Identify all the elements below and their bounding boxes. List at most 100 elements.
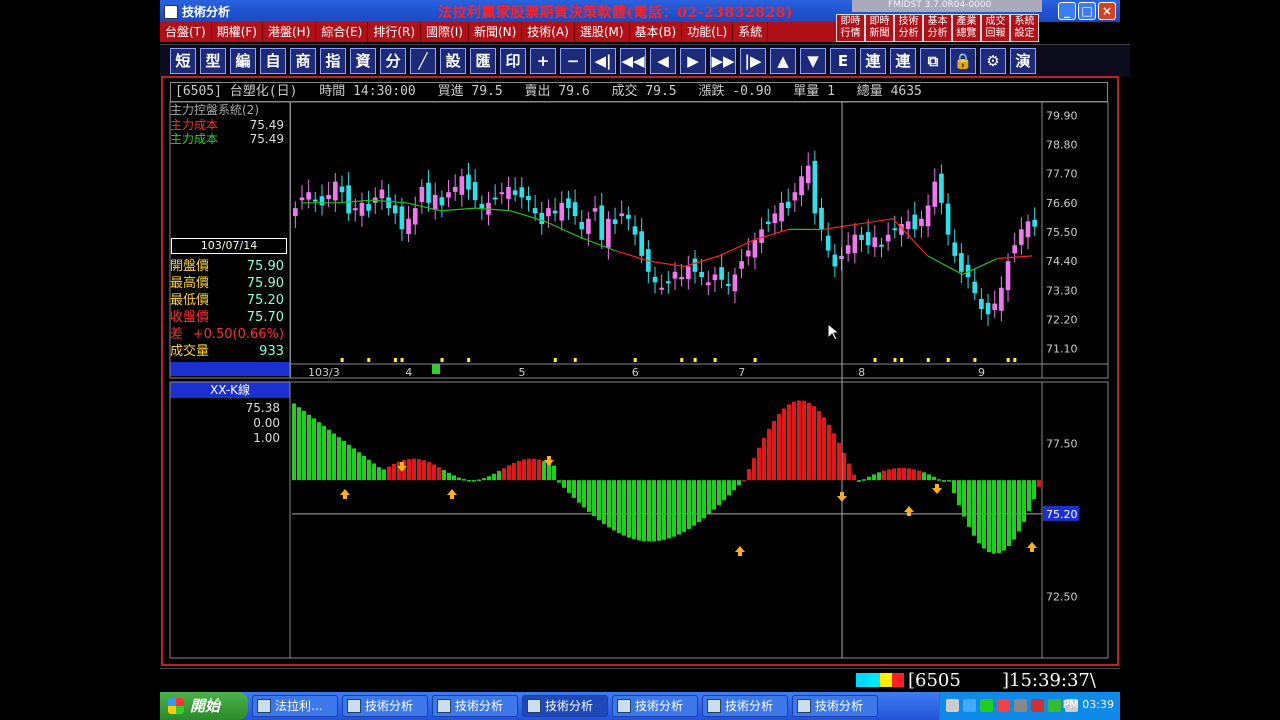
y-tick-label: 75.50 — [1046, 226, 1078, 239]
menu-item[interactable]: 基本(B) — [630, 22, 683, 42]
task-label: 技術分析 — [635, 699, 684, 713]
xxk-bar — [1007, 480, 1011, 547]
export-icon[interactable]: 匯 — [470, 48, 496, 74]
menu-item[interactable]: 國際(I) — [421, 22, 469, 42]
quick-button[interactable]: 即時 新聞 — [865, 14, 894, 42]
quick-button[interactable]: 系統 設定 — [1010, 14, 1039, 42]
custom-icon[interactable]: 自 — [260, 48, 286, 74]
taskbar-task[interactable]: 技術分析 — [522, 695, 608, 717]
menu-item[interactable]: 港盤(H) — [263, 22, 317, 42]
antivirus-icon[interactable] — [997, 699, 1010, 712]
menu-item[interactable]: 排行(R) — [368, 22, 422, 42]
taskbar-task[interactable]: 技術分析 — [432, 695, 518, 717]
last-icon[interactable]: |▶ — [740, 48, 766, 74]
tool-icon[interactable]: ⚙ — [980, 48, 1006, 74]
index-icon[interactable]: 指 — [320, 48, 346, 74]
draw-line-icon[interactable]: ╱ — [410, 48, 436, 74]
volume-icon[interactable] — [1014, 699, 1027, 712]
menu-item[interactable]: 功能(L) — [682, 22, 734, 42]
task-label: 法拉利... — [275, 699, 323, 713]
back-icon[interactable]: ◀ — [650, 48, 676, 74]
quick-button[interactable]: 產業 總覽 — [952, 14, 981, 42]
menu-item[interactable]: 技術(A) — [522, 22, 575, 42]
maximize-button[interactable]: □ — [1078, 2, 1096, 20]
quick-button[interactable]: 成交 回報 — [981, 14, 1010, 42]
xxk-bar — [442, 470, 446, 481]
pattern-icon[interactable]: 型 — [200, 48, 226, 74]
window-icon[interactable]: ⧉ — [920, 48, 946, 74]
menu-item[interactable]: 系統 — [733, 22, 769, 42]
candle-body — [326, 194, 331, 200]
taskbar-task[interactable]: 技術分析 — [342, 695, 428, 717]
volume-mark — [926, 358, 930, 362]
xxk-bar — [1017, 480, 1021, 532]
xxk-bar — [532, 458, 536, 481]
candle-body — [412, 208, 418, 225]
fast-forward-icon[interactable]: ▶▶ — [710, 48, 736, 74]
xxk-bar — [912, 469, 916, 481]
mini-window-title[interactable]: FMIDST 3.7.0R04-0000 — [852, 0, 1042, 12]
down-icon[interactable]: ▼ — [800, 48, 826, 74]
data-icon[interactable]: 資 — [350, 48, 376, 74]
menu-item[interactable]: 新聞(N) — [469, 22, 523, 42]
zoom-in-icon[interactable]: + — [530, 48, 556, 74]
xxk-bar — [542, 461, 546, 481]
split-icon[interactable]: 分 — [380, 48, 406, 74]
taskbar-task[interactable]: 技術分析 — [612, 695, 698, 717]
menu-item[interactable]: 選股(M) — [575, 22, 630, 42]
keyboard-icon[interactable] — [946, 699, 959, 712]
up-icon[interactable]: ▲ — [770, 48, 796, 74]
quick-button[interactable]: 即時 行情 — [836, 14, 865, 42]
menu-item[interactable]: 台盤(T) — [160, 22, 212, 42]
lock-icon[interactable]: 🔒 — [950, 48, 976, 74]
forward-icon[interactable]: ▶ — [680, 48, 706, 74]
price-chart[interactable]: 79.90 78.80 77.70 76.60 75.50 74.40 73.30 72.20… — [160, 80, 1120, 660]
candle-body — [626, 214, 631, 219]
menu-item[interactable]: 期權(F) — [212, 22, 263, 42]
first-icon[interactable]: ◀| — [590, 48, 616, 74]
esc-icon[interactable]: E — [830, 48, 856, 74]
candle-body — [632, 226, 638, 235]
quick-button[interactable]: 基本 分析 — [923, 14, 952, 42]
taskbar-task[interactable]: 法拉利... — [252, 695, 338, 717]
zoom-out-icon[interactable]: − — [560, 48, 586, 74]
xxk-bar — [682, 480, 686, 532]
xxk-bar — [567, 480, 571, 493]
help-icon[interactable] — [963, 699, 976, 712]
minimize-button[interactable]: _ — [1058, 2, 1076, 20]
xxk-bar — [647, 480, 651, 542]
link2-icon[interactable]: 連 — [890, 48, 916, 74]
quick-button[interactable]: 技術 分析 — [894, 14, 923, 42]
volume-mark — [753, 358, 757, 362]
ma-segment — [475, 207, 511, 212]
task-label: 技術分析 — [725, 699, 774, 713]
edit-icon[interactable]: 編 — [230, 48, 256, 74]
candle-body — [346, 185, 351, 214]
network-icon[interactable] — [980, 699, 993, 712]
settings-icon[interactable]: 設 — [440, 48, 466, 74]
start-button[interactable]: 開始 — [160, 692, 248, 720]
xxk-bar — [712, 480, 716, 510]
demo-icon[interactable]: 演 — [1010, 48, 1036, 74]
short-icon[interactable]: 短 — [170, 48, 196, 74]
s-tray-icon[interactable] — [1048, 699, 1061, 712]
taskbar-task[interactable]: 技術分析 — [792, 695, 878, 717]
xxk-bar — [502, 468, 506, 481]
fast-back-icon[interactable]: ◀◀ — [620, 48, 646, 74]
x-tick-label: 5 — [518, 366, 525, 379]
close-button[interactable]: × — [1098, 2, 1116, 20]
xxk-bar — [882, 470, 886, 481]
menu-item[interactable]: 綜合(E) — [316, 22, 369, 42]
candle-body — [612, 219, 618, 225]
print-icon[interactable]: 印 — [500, 48, 526, 74]
product-icon[interactable]: 商 — [290, 48, 316, 74]
candle-body — [406, 218, 411, 235]
volume-mark — [900, 358, 904, 362]
candle-body — [392, 205, 398, 214]
app-tray-icon[interactable] — [1031, 699, 1044, 712]
taskbar-task[interactable]: 技術分析 — [702, 695, 788, 717]
link-icon[interactable]: 連 — [860, 48, 886, 74]
xxk-bar — [462, 479, 466, 481]
candle-body — [352, 208, 358, 211]
xxk-bar — [952, 480, 956, 494]
